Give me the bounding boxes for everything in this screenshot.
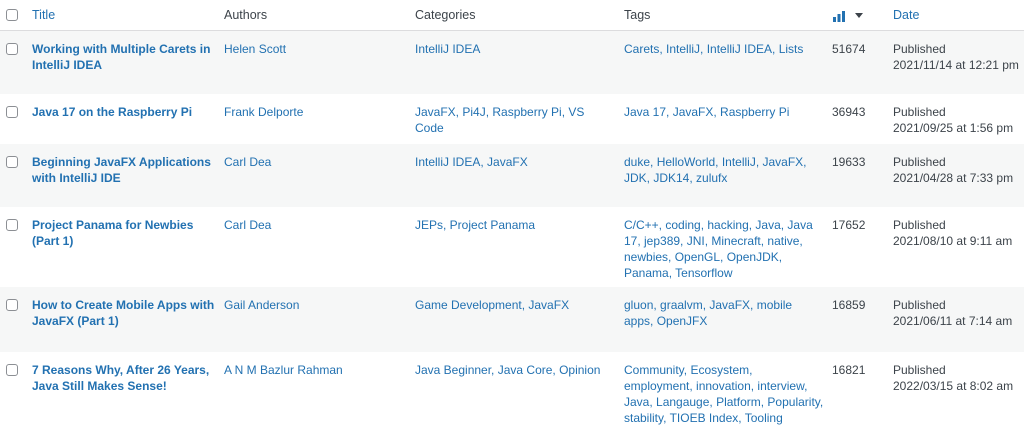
author-link[interactable]: Gail Anderson: [224, 297, 404, 313]
post-date: 2022/03/15 at 8:02 am: [893, 379, 1014, 393]
column-title-sort[interactable]: Title: [32, 8, 55, 22]
author-link[interactable]: Frank Delporte: [224, 104, 404, 120]
categories-links[interactable]: IntelliJ IDEA, JavaFX: [415, 154, 615, 170]
table-row: How to Create Mobile Apps with JavaFX (P…: [0, 287, 1024, 352]
post-date: 2021/04/28 at 7:33 pm: [893, 171, 1014, 185]
post-status: Published: [893, 155, 946, 169]
author-link[interactable]: A N M Bazlur Rahman: [224, 362, 404, 378]
sort-desc-icon: [855, 13, 864, 19]
column-authors: Authors: [224, 8, 268, 22]
row-checkbox[interactable]: [6, 156, 18, 168]
categories-links[interactable]: IntelliJ IDEA: [415, 41, 615, 57]
row-checkbox[interactable]: [6, 106, 18, 118]
author-link[interactable]: Helen Scott: [224, 41, 404, 57]
tags-links[interactable]: Carets, IntelliJ, IntelliJ IDEA, Lists: [624, 41, 824, 57]
table-row: Project Panama for Newbies (Part 1) Carl…: [0, 207, 1024, 287]
date-cell: Published 2021/08/10 at 9:11 am: [893, 217, 1023, 249]
post-title-link[interactable]: Project Panama for Newbies (Part 1): [32, 217, 217, 249]
post-date: 2021/11/14 at 12:21 pm: [893, 58, 1019, 72]
table-row: Beginning JavaFX Applications with Intel…: [0, 144, 1024, 207]
column-date-sort[interactable]: Date: [893, 8, 919, 22]
categories-links[interactable]: Game Development, JavaFX: [415, 297, 615, 313]
post-date: 2021/09/25 at 1:56 pm: [893, 121, 1014, 135]
post-title-link[interactable]: Beginning JavaFX Applications with Intel…: [32, 154, 217, 186]
tags-links[interactable]: gluon, graalvm, JavaFX, mobile apps, Ope…: [624, 297, 824, 329]
date-cell: Published 2021/06/11 at 7:14 am: [893, 297, 1023, 329]
row-checkbox[interactable]: [6, 364, 18, 376]
table-row: Working with Multiple Carets in IntelliJ…: [0, 31, 1024, 94]
view-count: 51674: [832, 42, 866, 56]
post-status: Published: [893, 42, 946, 56]
post-date: 2021/06/11 at 7:14 am: [893, 314, 1013, 328]
view-count: 17652: [832, 218, 866, 232]
categories-links[interactable]: Java Beginner, Java Core, Opinion: [415, 362, 615, 378]
tags-links[interactable]: C/C++, coding, hacking, Java, Java 17, j…: [624, 217, 824, 281]
categories-links[interactable]: JavaFX, Pi4J, Raspberry Pi, VS Code: [415, 104, 615, 136]
bar-chart-icon: [833, 10, 845, 22]
view-count: 16821: [832, 363, 866, 377]
date-cell: Published 2021/11/14 at 12:21 pm: [893, 41, 1023, 73]
date-cell: Published 2022/03/15 at 8:02 am: [893, 362, 1023, 394]
view-count: 16859: [832, 298, 866, 312]
date-cell: Published 2021/04/28 at 7:33 pm: [893, 154, 1023, 186]
column-categories: Categories: [415, 8, 476, 22]
row-checkbox[interactable]: [6, 43, 18, 55]
post-status: Published: [893, 298, 946, 312]
author-link[interactable]: Carl Dea: [224, 154, 404, 170]
post-date: 2021/08/10 at 9:11 am: [893, 234, 1013, 248]
column-tags: Tags: [624, 8, 651, 22]
table-row: 7 Reasons Why, After 26 Years, Java Stil…: [0, 352, 1024, 425]
post-title-link[interactable]: Working with Multiple Carets in IntelliJ…: [32, 41, 217, 73]
select-all-checkbox[interactable]: [6, 9, 18, 21]
post-title-link[interactable]: Java 17 on the Raspberry Pi: [32, 104, 217, 120]
date-cell: Published 2021/09/25 at 1:56 pm: [893, 104, 1023, 136]
post-status: Published: [893, 363, 946, 377]
row-checkbox[interactable]: [6, 219, 18, 231]
post-title-link[interactable]: 7 Reasons Why, After 26 Years, Java Stil…: [32, 362, 217, 394]
categories-links[interactable]: JEPs, Project Panama: [415, 217, 615, 233]
row-checkbox[interactable]: [6, 299, 18, 311]
view-count: 36943: [832, 105, 866, 119]
column-views-sort[interactable]: [832, 8, 864, 22]
post-status: Published: [893, 105, 946, 119]
tags-links[interactable]: Java 17, JavaFX, Raspberry Pi: [624, 104, 824, 120]
author-link[interactable]: Carl Dea: [224, 217, 404, 233]
tags-links[interactable]: duke, HelloWorld, IntelliJ, JavaFX, JDK,…: [624, 154, 824, 186]
table-row: Java 17 on the Raspberry Pi Frank Delpor…: [0, 94, 1024, 144]
table-header: Title Authors Categories Tags Date: [0, 0, 1024, 31]
post-status: Published: [893, 218, 946, 232]
posts-table: Title Authors Categories Tags Date Worki…: [0, 0, 1024, 425]
tags-links[interactable]: Community, Ecosystem, employment, innova…: [624, 362, 824, 426]
post-title-link[interactable]: How to Create Mobile Apps with JavaFX (P…: [32, 297, 217, 329]
view-count: 19633: [832, 155, 866, 169]
